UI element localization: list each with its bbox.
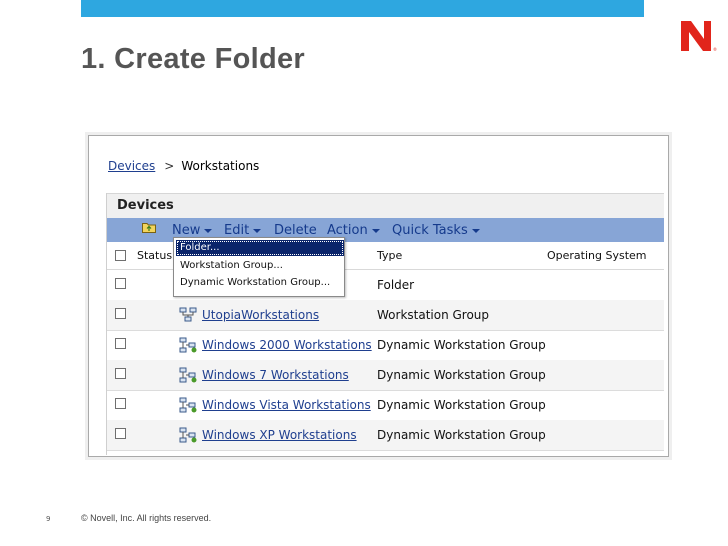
chevron-down-icon xyxy=(204,228,213,233)
new-dropdown-menu: Folder... Workstation Group... Dynamic W… xyxy=(173,237,345,297)
table-row[interactable]: Windows Vista Workstations Dynamic Works… xyxy=(107,390,664,421)
row-type: Folder xyxy=(377,278,415,292)
breadcrumb-current: Workstations xyxy=(181,159,260,173)
new-menu-button[interactable]: New xyxy=(172,223,213,238)
table-row[interactable]: Windows 2000 Workstations Dynamic Workst… xyxy=(107,330,664,361)
column-header-status[interactable]: Status xyxy=(137,249,172,262)
row-type: Dynamic Workstation Group xyxy=(377,398,546,412)
select-all-checkbox[interactable] xyxy=(115,250,126,261)
top-accent-bar xyxy=(81,0,644,17)
row-checkbox[interactable] xyxy=(115,278,126,289)
dynamic-group-icon xyxy=(179,397,197,413)
folder-up-icon[interactable] xyxy=(142,222,156,233)
breadcrumb: Devices > Workstations xyxy=(108,159,259,173)
table-row[interactable]: UtopiaWorkstations Workstation Group xyxy=(107,300,664,331)
chevron-down-icon xyxy=(471,228,480,233)
chevron-down-icon xyxy=(253,228,262,233)
quick-tasks-menu-button[interactable]: Quick Tasks xyxy=(392,223,480,238)
breadcrumb-separator: > xyxy=(164,159,175,173)
row-name-link[interactable]: Windows 2000 Workstations xyxy=(202,338,372,352)
table-row[interactable]: Windows 7 Workstations Dynamic Workstati… xyxy=(107,360,664,391)
menu-item-workstation-group[interactable]: Workstation Group... xyxy=(176,258,344,274)
devices-panel: Devices New Edit Delete Action Quick Tas… xyxy=(106,193,664,455)
row-type: Dynamic Workstation Group xyxy=(377,368,546,382)
menu-item-folder[interactable]: Folder... xyxy=(176,240,344,256)
row-type: Dynamic Workstation Group xyxy=(377,338,546,352)
action-menu-button[interactable]: Action xyxy=(327,223,380,238)
column-header-type[interactable]: Type xyxy=(377,249,402,262)
row-name-link[interactable]: Windows 7 Workstations xyxy=(202,368,349,382)
row-type: Dynamic Workstation Group xyxy=(377,428,546,442)
slide-number: 9 xyxy=(46,515,51,523)
slide-title: 1. Create Folder xyxy=(81,43,305,75)
table-row[interactable]: Windows XP Workstations Dynamic Workstat… xyxy=(107,420,664,451)
panel-title: Devices xyxy=(117,198,174,213)
menu-item-dynamic-workstation-group[interactable]: Dynamic Workstation Group... xyxy=(176,275,344,291)
row-checkbox[interactable] xyxy=(115,368,126,379)
row-name-link[interactable]: Windows XP Workstations xyxy=(202,428,357,442)
row-checkbox[interactable] xyxy=(115,338,126,349)
edit-menu-button[interactable]: Edit xyxy=(224,223,262,238)
dynamic-group-icon xyxy=(179,427,197,443)
column-header-os[interactable]: Operating System xyxy=(547,249,647,262)
dynamic-group-icon xyxy=(179,367,197,383)
row-name-link[interactable]: Windows Vista Workstations xyxy=(202,398,371,412)
screenshot-frame: Devices > Workstations Devices New Edit De… xyxy=(88,135,669,457)
dynamic-group-icon xyxy=(179,337,197,353)
row-name-link[interactable]: UtopiaWorkstations xyxy=(202,308,319,322)
row-checkbox[interactable] xyxy=(115,308,126,319)
row-type: Workstation Group xyxy=(377,308,490,322)
copyright-footer: © Novell, Inc. All rights reserved. xyxy=(81,513,212,523)
svg-text:®: ® xyxy=(713,47,717,52)
delete-button[interactable]: Delete xyxy=(274,223,317,238)
panel-header: Devices xyxy=(107,193,664,218)
workstation-group-icon xyxy=(179,307,197,322)
row-checkbox[interactable] xyxy=(115,398,126,409)
novell-logo: ® xyxy=(681,21,717,52)
row-checkbox[interactable] xyxy=(115,428,126,439)
chevron-down-icon xyxy=(371,228,380,233)
breadcrumb-devices-link[interactable]: Devices xyxy=(108,159,155,173)
